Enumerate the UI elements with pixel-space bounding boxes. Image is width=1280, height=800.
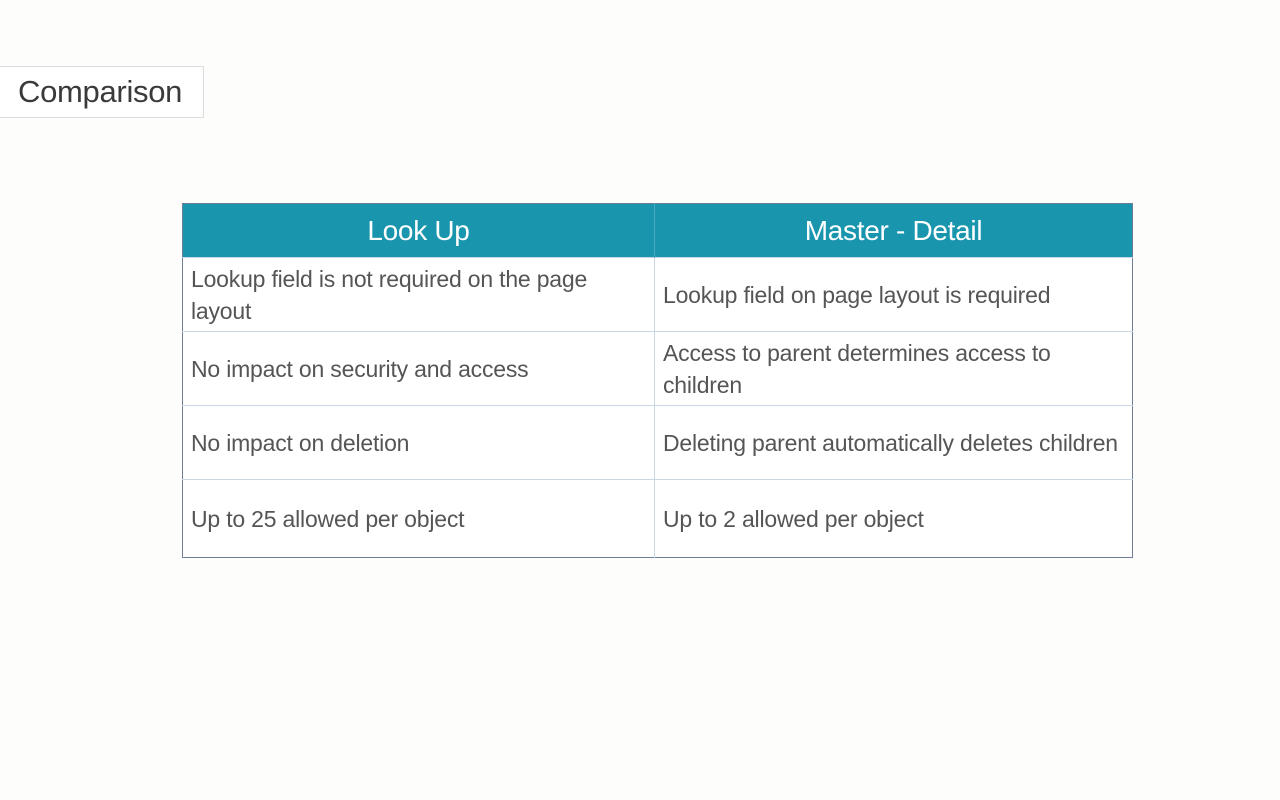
title-box: Comparison	[0, 66, 204, 118]
header-master-detail: Master - Detail	[654, 203, 1133, 258]
table-row: Lookup field is not required on the page…	[182, 257, 1133, 332]
table-header-row: Look Up Master - Detail	[182, 203, 1133, 258]
lookup-cell: No impact on security and access	[182, 331, 655, 406]
master-detail-cell: Access to parent determines access to ch…	[654, 331, 1133, 406]
table-row: No impact on deletion Deleting parent au…	[182, 405, 1133, 480]
master-detail-cell: Up to 2 allowed per object	[654, 479, 1133, 558]
lookup-cell: Up to 25 allowed per object	[182, 479, 655, 558]
lookup-cell: Lookup field is not required on the page…	[182, 257, 655, 332]
lookup-cell: No impact on deletion	[182, 405, 655, 480]
header-look-up: Look Up	[182, 203, 655, 258]
master-detail-cell: Deleting parent automatically deletes ch…	[654, 405, 1133, 480]
slide-title: Comparison	[18, 74, 183, 109]
master-detail-cell: Lookup field on page layout is required	[654, 257, 1133, 332]
comparison-table: Look Up Master - Detail Lookup field is …	[182, 203, 1133, 558]
table-row: No impact on security and access Access …	[182, 331, 1133, 406]
table-row: Up to 25 allowed per object Up to 2 allo…	[182, 479, 1133, 558]
slide: Comparison Look Up Master - Detail Looku…	[0, 0, 1280, 800]
